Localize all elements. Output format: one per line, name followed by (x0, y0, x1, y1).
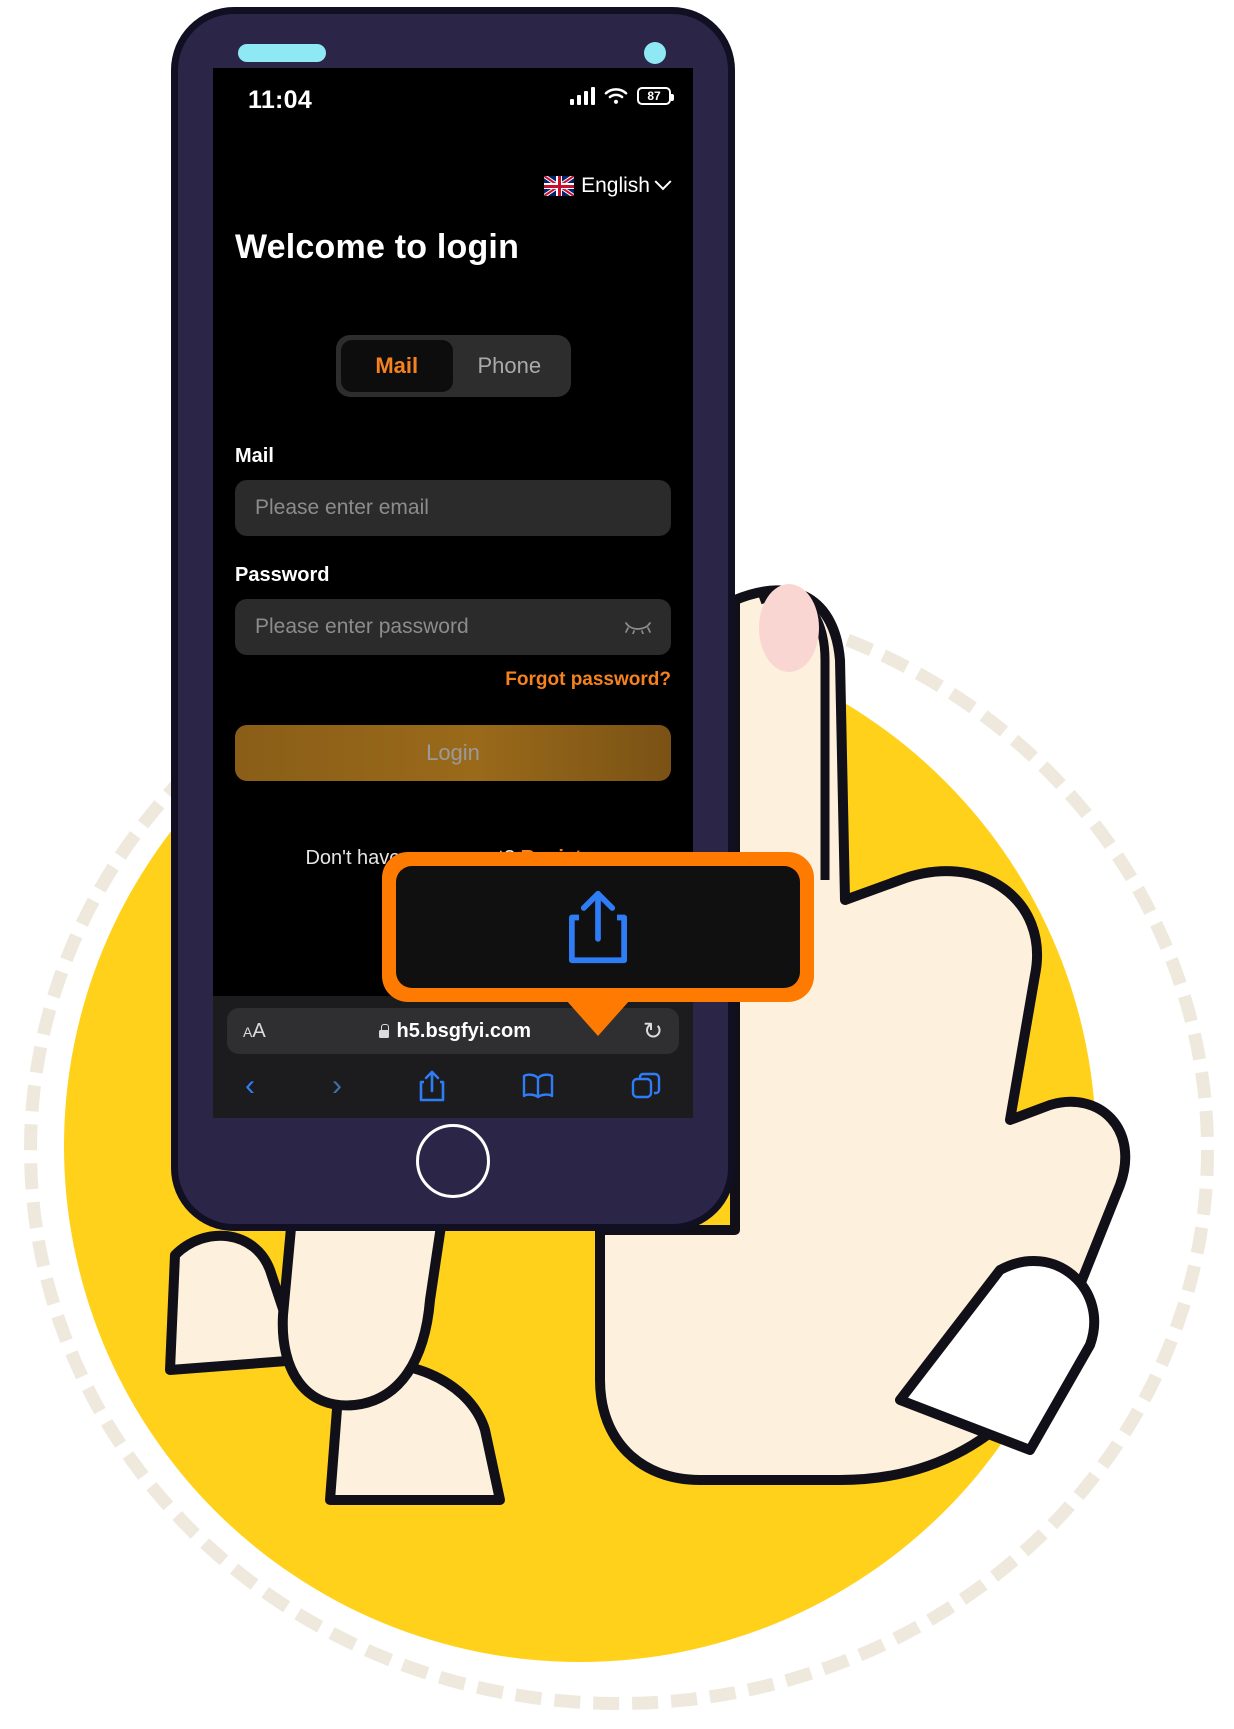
page-title: Welcome to login (235, 228, 520, 266)
battery-level: 87 (647, 89, 661, 103)
share-icon[interactable] (419, 1070, 445, 1102)
status-bar-indicators: 87 (569, 87, 674, 105)
text-size-icon[interactable]: AAAA (243, 1020, 266, 1043)
login-button[interactable]: Login (235, 725, 671, 781)
email-field[interactable]: Please enter email (235, 480, 671, 536)
status-bar: 11:04 87 (213, 68, 693, 126)
safari-toolbar: ‹ › (227, 1054, 679, 1102)
language-selector[interactable]: English (213, 126, 693, 198)
url-text: h5.bsgfyi.com (396, 1019, 532, 1042)
cellular-signal-icon (569, 87, 595, 105)
email-placeholder: Please enter email (255, 496, 429, 519)
forward-button[interactable]: › (332, 1071, 342, 1101)
phone-device: 11:04 87 English Welcome to login Mail P… (172, 8, 734, 1230)
login-form: Mail Please enter email Password Please … (213, 445, 693, 870)
share-icon[interactable] (567, 889, 629, 965)
tab-mail[interactable]: Mail (340, 340, 453, 392)
back-button[interactable]: ‹ (245, 1071, 255, 1101)
tabs-icon[interactable] (631, 1072, 661, 1100)
battery-icon: 87 (637, 87, 674, 105)
password-field-label: Password (235, 564, 330, 586)
password-placeholder: Please enter password (255, 615, 469, 638)
password-field[interactable]: Please enter password (235, 599, 671, 655)
chevron-down-icon (654, 173, 672, 191)
lock-icon (378, 1024, 390, 1038)
status-bar-time: 11:04 (248, 86, 313, 114)
mail-field-label: Mail (235, 445, 274, 467)
home-indicator (416, 1124, 490, 1198)
screenshot-stage: 11:04 87 English Welcome to login Mail P… (0, 0, 1234, 1729)
login-method-tabs: Mail Phone (213, 335, 693, 397)
callout-pointer (566, 1000, 630, 1036)
forgot-password-link[interactable]: Forgot password? (235, 669, 671, 691)
url-display[interactable]: h5.bsgfyi.com (378, 1020, 531, 1043)
reload-icon[interactable]: ↻ (643, 1017, 663, 1046)
phone-speaker (238, 44, 326, 62)
book-icon[interactable] (522, 1073, 554, 1099)
phone-camera (644, 42, 666, 64)
tab-phone[interactable]: Phone (453, 340, 566, 392)
uk-flag-icon (544, 176, 575, 196)
callout-body (396, 866, 800, 988)
share-button-callout (382, 852, 814, 1036)
language-label: English (581, 174, 650, 197)
eye-off-icon[interactable] (625, 620, 651, 634)
wifi-icon (604, 88, 628, 104)
